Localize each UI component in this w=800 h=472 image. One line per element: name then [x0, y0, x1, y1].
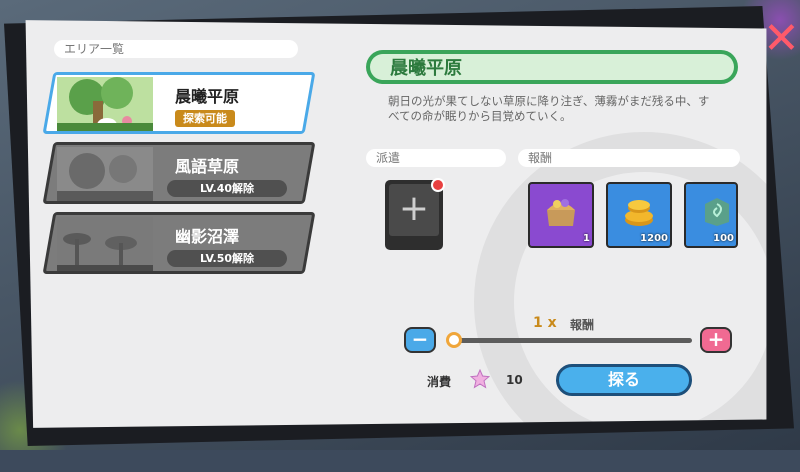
decrease-button[interactable]: −: [404, 327, 436, 353]
area-item-wind-grassland[interactable]: 風語草原 LV.40解除: [42, 142, 316, 204]
treasure-chest-icon: [547, 199, 575, 226]
reward-qty: 1: [583, 233, 590, 244]
green-rune-stone-icon: [705, 198, 729, 226]
unlock-level-badge: LV.50解除: [167, 250, 287, 267]
area-list-header: エリア一覧: [54, 40, 298, 58]
increase-button[interactable]: +: [700, 327, 732, 353]
reward-item[interactable]: 1: [528, 182, 594, 248]
add-icon: +: [389, 184, 439, 236]
area-title-bar: 晨曦平原: [366, 50, 738, 84]
area-name: 晨曦平原: [175, 87, 240, 106]
star-icon: [470, 369, 490, 389]
area-thumbnail-icon: [57, 147, 153, 203]
reward-label: 報酬: [518, 149, 740, 167]
area-item-shadow-marsh[interactable]: 幽影沼澤 LV.50解除: [42, 212, 316, 274]
area-item-dawn-plains[interactable]: 晨曦平原 探索可能: [42, 72, 316, 134]
dispatch-label: 派遣: [366, 149, 506, 167]
area-title: 晨曦平原: [390, 58, 462, 79]
reward-qty: 100: [713, 233, 734, 244]
close-icon[interactable]: ✕: [763, 17, 800, 61]
multiplier-slider-handle[interactable]: [446, 332, 462, 348]
area-thumbnail-icon: [57, 217, 153, 273]
dispatch-slot[interactable]: +: [385, 178, 445, 250]
area-name: 幽影沼澤: [175, 227, 240, 246]
area-description: 朝日の光が果てしない草原に降り注ぎ、薄霧がまだ残る中、すべての命が眠りから目覚め…: [388, 94, 710, 123]
gold-coins-icon: [625, 200, 653, 226]
cost-label: 消費: [427, 375, 452, 389]
reward-item[interactable]: 100: [684, 182, 738, 248]
multiplier-slider-track[interactable]: [452, 338, 692, 343]
area-name: 風語草原: [175, 157, 240, 176]
reward-multiplier-label: 報酬: [570, 318, 595, 332]
area-thumbnail-icon: [57, 77, 153, 133]
explore-button[interactable]: 探る: [556, 364, 692, 396]
reward-multiplier: 1 x: [533, 315, 557, 331]
unlock-level-badge: LV.40解除: [167, 180, 287, 197]
status-badge: 探索可能: [175, 110, 235, 127]
notification-dot: [431, 178, 445, 192]
reward-item[interactable]: 1200: [606, 182, 672, 248]
cost-value: 10: [506, 373, 523, 387]
reward-qty: 1200: [640, 233, 668, 244]
